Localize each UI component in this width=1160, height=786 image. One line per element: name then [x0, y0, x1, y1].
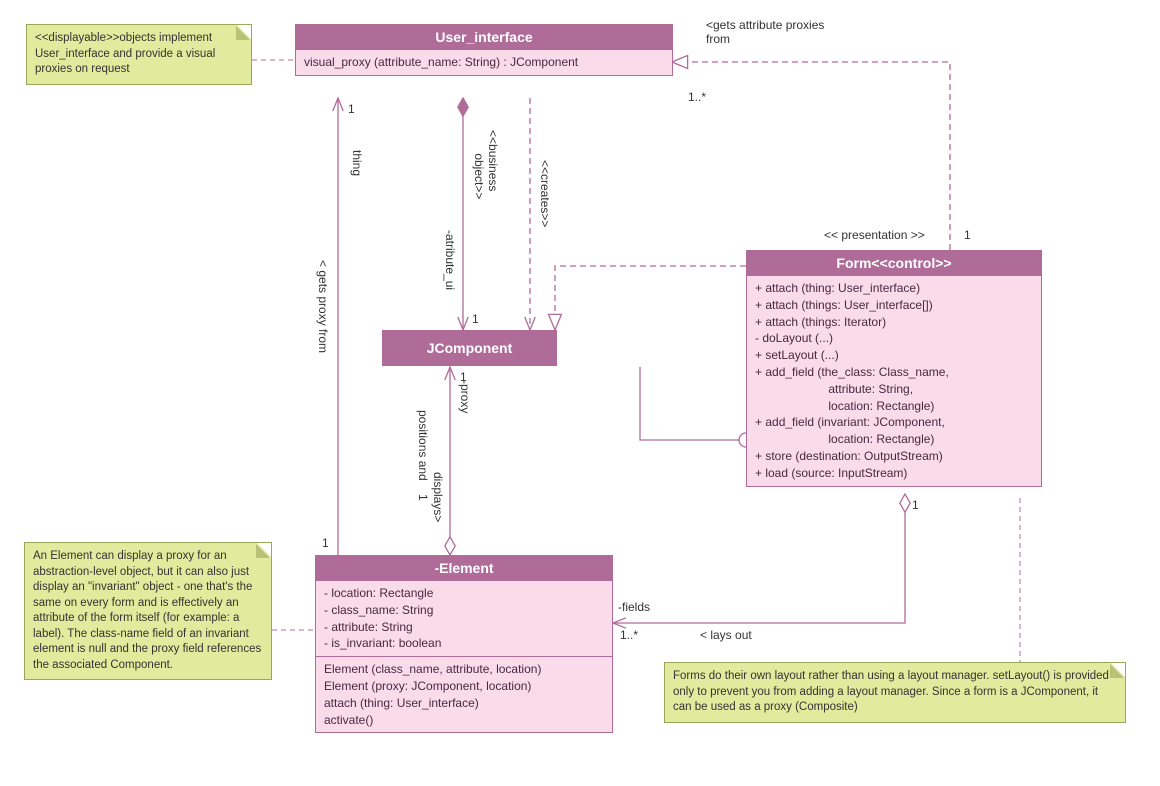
op-line: visual_proxy (attribute_name: String) : … — [304, 54, 664, 71]
note-element: An Element can display a proxy for an ab… — [24, 542, 272, 680]
label-one-star-top: 1..* — [688, 90, 706, 104]
class-ops: Element (class_name, attribute, location… — [316, 656, 612, 732]
label-atribute-ui: -atribute_ui — [443, 230, 457, 290]
label-one-ui-left: 1 — [348, 102, 355, 116]
class-attrs: - location: Rectangle - class_name: Stri… — [316, 580, 612, 656]
class-ops: + attach (thing: User_interface) + attac… — [747, 275, 1041, 486]
uml-canvas: <<displayable>>objects implement User_in… — [0, 0, 1160, 786]
note-displayable: <<displayable>>objects implement User_in… — [26, 24, 252, 85]
label-business-object: <<business object>> — [472, 130, 500, 199]
class-title: -Element — [316, 556, 612, 580]
label-lays-out: < lays out — [700, 628, 752, 642]
label-fields: -fields — [618, 600, 650, 614]
attr-lines: - location: Rectangle - class_name: Stri… — [324, 585, 604, 652]
class-form: Form<<control>> + attach (thing: User_in… — [746, 250, 1042, 487]
label-gets-proxy-from: < gets proxy from — [316, 260, 330, 353]
class-title: JComponent — [427, 340, 513, 356]
label-positions-and: positions and 1 — [416, 410, 430, 501]
label-gets-attr-proxies: <gets attribute proxies from — [706, 18, 824, 46]
label-one-right: 1 — [964, 228, 971, 242]
class-title: User_interface — [296, 25, 672, 49]
class-element: -Element - location: Rectangle - class_n… — [315, 555, 613, 733]
class-ops: visual_proxy (attribute_name: String) : … — [296, 49, 672, 75]
label-one-under-form: 1 — [912, 498, 919, 512]
label-displays: displays> — [431, 472, 445, 522]
class-user-interface: User_interface visual_proxy (attribute_n… — [295, 24, 673, 76]
note-text: An Element can display a proxy for an ab… — [33, 550, 261, 671]
class-title: Form<<control>> — [747, 251, 1041, 275]
op-lines: + attach (thing: User_interface) + attac… — [755, 280, 1033, 482]
class-jcomponent: JComponent — [382, 330, 557, 366]
note-text: Forms do their own layout rather than us… — [673, 670, 1109, 713]
label-one-star-bottom: 1..* — [620, 628, 638, 642]
label-creates: <<creates>> — [538, 160, 552, 227]
label-presentation: << presentation >> — [824, 228, 925, 242]
label-one-bottom-left: 1 — [322, 536, 329, 550]
note-form: Forms do their own layout rather than us… — [664, 662, 1126, 723]
label-thing: thing — [350, 150, 364, 176]
note-text: <<displayable>>objects implement User_in… — [35, 32, 215, 75]
label-one-mid-left: 1 — [472, 312, 479, 326]
label-proxy: -proxy — [458, 380, 472, 413]
op-lines: Element (class_name, attribute, location… — [324, 661, 604, 728]
